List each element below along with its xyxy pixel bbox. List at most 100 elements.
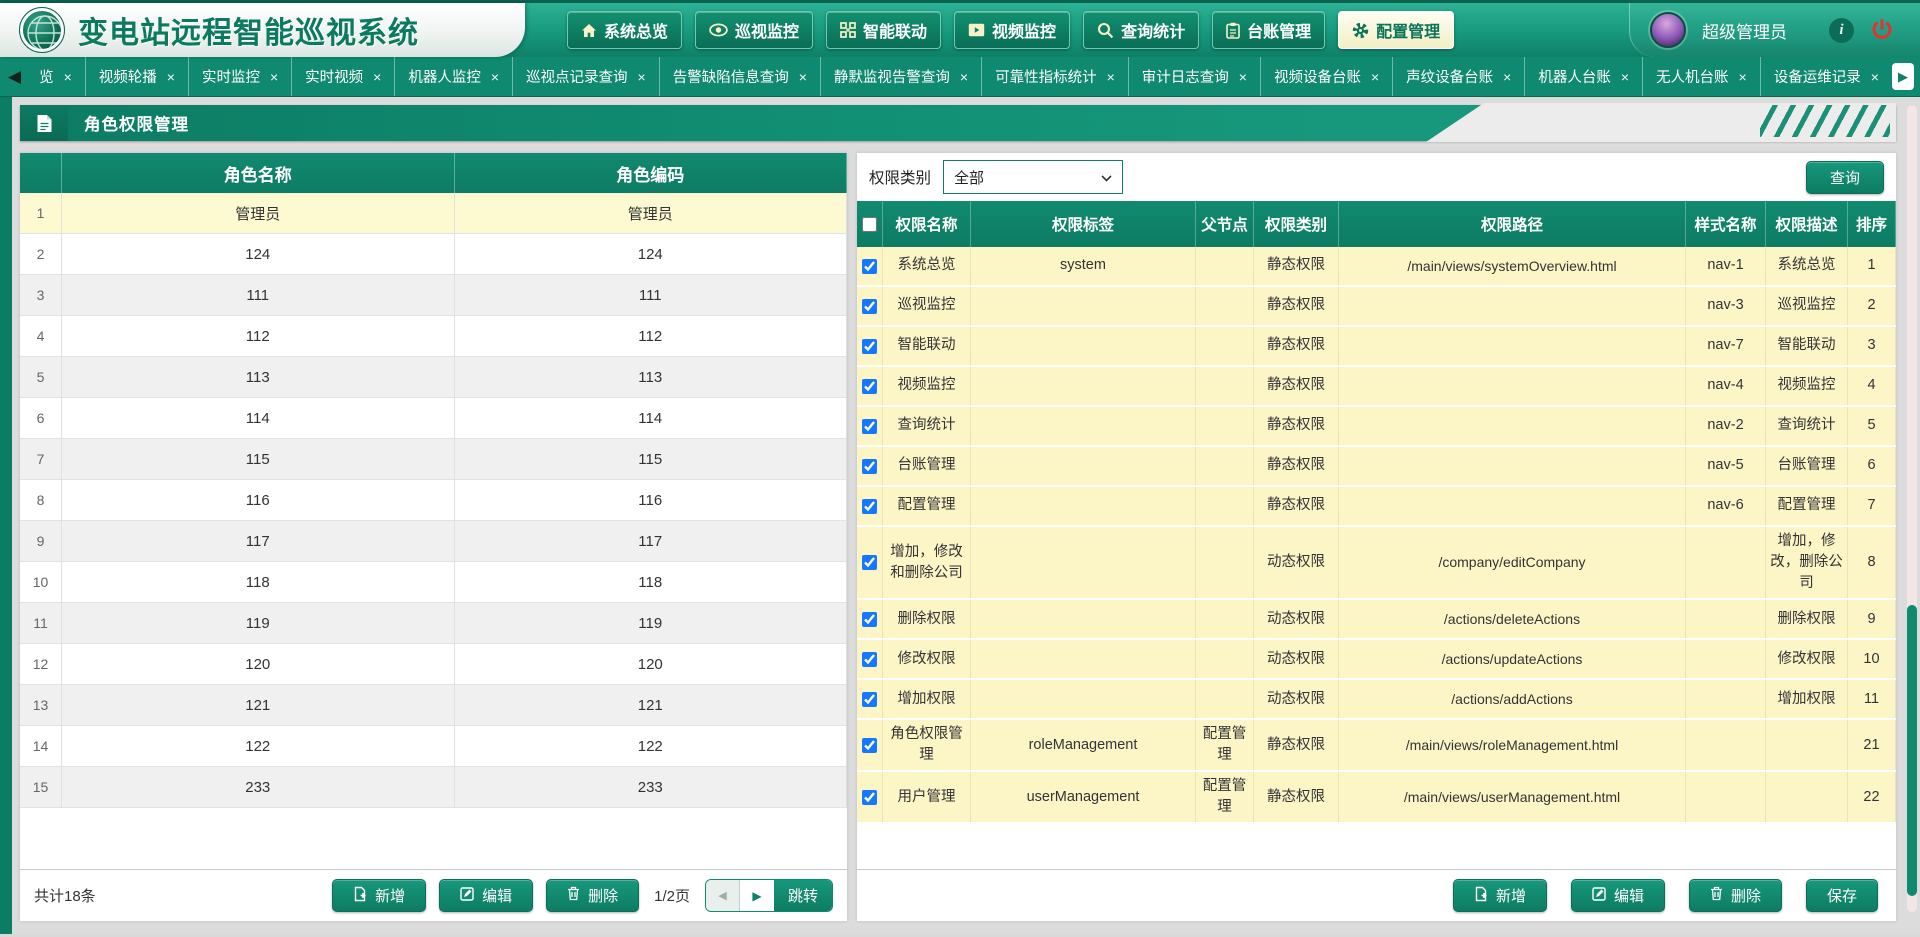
permission-checkbox[interactable] [862, 379, 877, 394]
close-icon[interactable]: × [167, 70, 175, 84]
role-row[interactable]: 1管理员管理员 [20, 193, 847, 234]
role-edit-button[interactable]: 编辑 [439, 879, 533, 912]
jump-page-button[interactable]: 跳转 [774, 880, 832, 911]
role-row[interactable]: 10118118 [20, 562, 847, 603]
select-all-checkbox[interactable] [862, 217, 877, 232]
permission-row[interactable]: 视频监控静态权限nav-4视频监控4 [857, 367, 1896, 407]
tab-overview-partial[interactable]: 览× [26, 57, 86, 96]
permission-type-select[interactable]: 全部 [943, 160, 1123, 194]
tab-robot-monitor[interactable]: 机器人监控× [395, 57, 513, 96]
scrollbar-thumb[interactable] [1907, 605, 1917, 896]
tab-uav-ledger[interactable]: 无人机台账× [1643, 57, 1761, 96]
permission-row[interactable]: 巡视监控静态权限nav-3巡视监控2 [857, 287, 1896, 327]
role-row[interactable]: 12120120 [20, 644, 847, 685]
permission-row[interactable]: 角色权限管理roleManagement配置管理静态权限/main/views/… [857, 720, 1896, 772]
nav-config-manage[interactable]: 配置管理 [1338, 11, 1454, 49]
permission-checkbox[interactable] [862, 652, 877, 667]
next-page-icon[interactable]: ▶ [740, 880, 774, 911]
role-row[interactable]: 5113113 [20, 357, 847, 398]
permission-checkbox[interactable] [862, 612, 877, 627]
role-row[interactable]: 14122122 [20, 726, 847, 767]
role-row[interactable]: 3111111 [20, 275, 847, 316]
close-icon[interactable]: × [960, 70, 968, 84]
permission-parent-cell [1196, 287, 1254, 325]
tab-alarm-defect-query[interactable]: 告警缺陷信息查询× [660, 57, 821, 96]
close-icon[interactable]: × [799, 70, 807, 84]
close-icon[interactable]: × [1107, 70, 1115, 84]
permission-delete-button[interactable]: 删除 [1689, 879, 1782, 912]
nav-patrol-monitor[interactable]: 巡视监控 [695, 11, 813, 49]
close-icon[interactable]: × [1239, 70, 1247, 84]
permission-checkbox[interactable] [862, 459, 877, 474]
close-icon[interactable]: × [64, 70, 72, 84]
tab-audit-log-query[interactable]: 审计日志查询× [1129, 57, 1261, 96]
role-delete-button[interactable]: 删除 [546, 879, 639, 912]
role-row[interactable]: 2124124 [20, 234, 847, 275]
vertical-scrollbar[interactable] [1907, 105, 1917, 912]
role-row[interactable]: 9117117 [20, 521, 847, 562]
permission-row[interactable]: 增加权限动态权限/actions/addActions增加权限11 [857, 680, 1896, 720]
permission-add-button[interactable]: 新增 [1453, 879, 1547, 912]
tab-scroll-left-icon[interactable]: ◀ [6, 67, 26, 87]
permission-order-cell: 6 [1848, 447, 1896, 485]
permission-row[interactable]: 增加，修改和删除公司动态权限/company/editCompany增加，修改，… [857, 527, 1896, 600]
permission-checkbox[interactable] [862, 499, 877, 514]
search-button[interactable]: 查询 [1806, 161, 1884, 194]
permission-checkbox[interactable] [862, 692, 877, 707]
info-icon[interactable]: i [1829, 18, 1854, 43]
role-row[interactable]: 6114114 [20, 398, 847, 439]
nav-system-overview[interactable]: 系统总览 [567, 11, 682, 49]
nav-query-stats[interactable]: 查询统计 [1083, 11, 1199, 49]
nav-video-monitor[interactable]: 视频监控 [954, 11, 1070, 49]
close-icon[interactable]: × [270, 70, 278, 84]
permission-row[interactable]: 查询统计静态权限nav-2查询统计5 [857, 407, 1896, 447]
permission-row[interactable]: 台账管理静态权限nav-5台账管理6 [857, 447, 1896, 487]
prev-page-icon[interactable]: ◀ [706, 880, 740, 911]
role-row[interactable]: 15233233 [20, 767, 847, 808]
close-icon[interactable]: × [1621, 70, 1629, 84]
tab-realtime-video[interactable]: 实时视频× [292, 57, 395, 96]
close-icon[interactable]: × [491, 70, 499, 84]
tab-video-device-ledger[interactable]: 视频设备台账× [1261, 57, 1393, 96]
tab-device-maintenance-record[interactable]: 设备运维记录× [1761, 57, 1888, 96]
permission-checkbox[interactable] [862, 555, 877, 570]
tab-voiceprint-device-ledger[interactable]: 声纹设备台账× [1393, 57, 1525, 96]
logout-power-icon[interactable] [1870, 18, 1894, 42]
tab-realtime-monitor[interactable]: 实时监控× [189, 57, 292, 96]
nav-ledger-manage[interactable]: 台账管理 [1212, 11, 1325, 49]
role-row[interactable]: 13121121 [20, 685, 847, 726]
permission-row[interactable]: 系统总览system静态权限/main/views/systemOverview… [857, 247, 1896, 287]
role-row[interactable]: 11119119 [20, 603, 847, 644]
nav-smart-linkage[interactable]: 智能联动 [826, 11, 941, 49]
tab-patrol-record-query[interactable]: 巡视点记录查询× [513, 57, 660, 96]
tab-video-carousel[interactable]: 视频轮播× [86, 57, 189, 96]
role-row[interactable]: 4112112 [20, 316, 847, 357]
user-avatar[interactable] [1650, 12, 1686, 48]
permission-edit-button[interactable]: 编辑 [1571, 879, 1665, 912]
permission-save-button[interactable]: 保存 [1806, 879, 1878, 912]
close-icon[interactable]: × [1503, 70, 1511, 84]
tab-silent-alarm-query[interactable]: 静默监视告警查询× [821, 57, 982, 96]
permission-row[interactable]: 配置管理静态权限nav-6配置管理7 [857, 487, 1896, 527]
permission-checkbox[interactable] [862, 419, 877, 434]
tab-scroll-right-icon[interactable]: ▶ [1892, 63, 1914, 90]
permission-checkbox[interactable] [862, 339, 877, 354]
role-row[interactable]: 8116116 [20, 480, 847, 521]
permission-checkbox[interactable] [862, 259, 877, 274]
permission-row[interactable]: 删除权限动态权限/actions/deleteActions删除权限9 [857, 600, 1896, 640]
close-icon[interactable]: × [1371, 70, 1379, 84]
tab-robot-ledger[interactable]: 机器人台账× [1525, 57, 1643, 96]
permission-checkbox[interactable] [862, 790, 877, 805]
close-icon[interactable]: × [1739, 70, 1747, 84]
role-row[interactable]: 7115115 [20, 439, 847, 480]
permission-row[interactable]: 用户管理userManagement配置管理静态权限/main/views/us… [857, 772, 1896, 824]
permission-row[interactable]: 智能联动静态权限nav-7智能联动3 [857, 327, 1896, 367]
permission-checkbox[interactable] [862, 299, 877, 314]
permission-row[interactable]: 修改权限动态权限/actions/updateActions修改权限10 [857, 640, 1896, 680]
close-icon[interactable]: × [373, 70, 381, 84]
close-icon[interactable]: × [1871, 70, 1879, 84]
close-icon[interactable]: × [638, 70, 646, 84]
role-add-button[interactable]: 新增 [332, 879, 426, 912]
permission-checkbox[interactable] [862, 738, 877, 753]
tab-reliability-stats[interactable]: 可靠性指标统计× [982, 57, 1129, 96]
